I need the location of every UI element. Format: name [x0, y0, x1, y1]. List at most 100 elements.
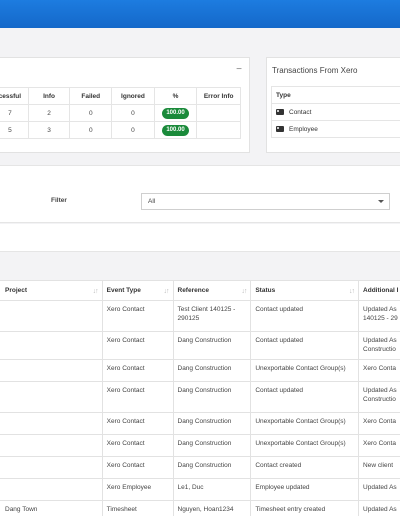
filter-label: Filter: [51, 197, 67, 204]
sort-icon[interactable]: ↓↑: [164, 287, 170, 296]
event-type-cell: Xero Contact: [101, 456, 174, 479]
table-header-row: cessful Info Failed Ignored % Error Info: [0, 87, 241, 105]
percent-cell: 100.00: [153, 104, 198, 122]
col-error-info: Error Info: [196, 87, 241, 105]
table-row: Xero Contact Dang Construction Contact c…: [0, 456, 400, 479]
additional-info-cell: Updated As: [358, 500, 400, 516]
top-navigation-bar: [0, 0, 400, 28]
project-cell: [0, 381, 103, 413]
additional-info-cell: Updated As: [358, 478, 400, 501]
chevron-down-icon: [378, 200, 384, 203]
event-type-cell: Xero Contact: [101, 331, 174, 360]
col-additional-info[interactable]: Additional I: [358, 280, 400, 301]
id-card-icon: [276, 108, 284, 115]
project-cell: [0, 456, 103, 479]
project-cell: [0, 434, 103, 457]
status-cell: Contact updated: [250, 331, 360, 360]
event-log-table: Project ↓↑ Event Type ↓↑ Reference ↓↑ Statu…: [0, 280, 400, 516]
reference-cell: Test Client 140125 - 290125: [172, 300, 252, 332]
event-type-cell: Xero Employee: [101, 478, 174, 501]
table-row: Xero Contact Dang Construction Unexporta…: [0, 412, 400, 435]
table-row: 5 3 0 0 100.00: [0, 121, 241, 139]
status-cell: Employee updated: [250, 478, 360, 501]
reference-cell: Nguyen, Hoan1234: [172, 500, 252, 516]
filter-selected-value: All: [148, 198, 156, 205]
table-header-row: Type: [271, 86, 400, 104]
status-cell: Unexportable Contact Group(s): [250, 412, 360, 435]
percent-cell: 100.00: [153, 121, 198, 139]
toolbar-strip: [0, 224, 400, 252]
col-additional-label: Additional I: [363, 287, 399, 294]
failed-cell: 0: [69, 104, 113, 122]
error-info-cell: [196, 121, 241, 139]
project-cell: [0, 300, 103, 332]
status-cell: Contact updated: [250, 381, 360, 413]
status-cell: Unexportable Contact Group(s): [250, 359, 360, 382]
col-percent: %: [153, 87, 198, 105]
additional-info-cell: Xero Conta: [358, 434, 400, 457]
project-cell: Dang Town: [0, 500, 103, 516]
panel-title: Transactions From Xero: [272, 66, 358, 75]
type-cell: Contact: [271, 103, 400, 121]
reference-cell: Dang Construction: [172, 359, 252, 382]
additional-info-cell: Updated As Constructio: [358, 331, 400, 360]
table-row: Xero Contact Dang Construction Unexporta…: [0, 359, 400, 382]
sync-summary-table: cessful Info Failed Ignored % Error Info…: [0, 87, 241, 139]
col-project[interactable]: Project ↓↑: [0, 280, 103, 301]
successful-cell: 5: [0, 121, 29, 139]
failed-cell: 0: [69, 121, 113, 139]
transactions-table: Type Contact Employee: [271, 86, 400, 138]
type-cell: Employee: [271, 120, 400, 138]
col-reference[interactable]: Reference ↓↑: [172, 280, 252, 301]
event-type-cell: Xero Contact: [101, 412, 174, 435]
sort-icon[interactable]: ↓↑: [93, 287, 99, 296]
table-row: Employee: [271, 120, 400, 138]
col-project-label: Project: [5, 287, 28, 294]
col-type: Type: [271, 86, 400, 104]
table-row: Xero Contact Dang Construction Unexporta…: [0, 434, 400, 457]
ignored-cell: 0: [111, 104, 155, 122]
ignored-cell: 0: [111, 121, 155, 139]
reference-cell: Dang Construction: [172, 381, 252, 413]
reference-cell: Dang Construction: [172, 456, 252, 479]
col-ignored: Ignored: [111, 87, 155, 105]
col-successful: cessful: [0, 87, 29, 105]
event-type-cell: Xero Contact: [101, 381, 174, 413]
sync-summary-panel: − cessful Info Failed Ignored % Error In…: [0, 57, 250, 153]
event-type-cell: Xero Contact: [101, 300, 174, 332]
sort-icon[interactable]: ↓↑: [241, 287, 247, 296]
type-label: Contact: [289, 108, 312, 116]
project-cell: [0, 478, 103, 501]
successful-cell: 7: [0, 104, 29, 122]
percent-badge: 100.00: [162, 107, 189, 119]
collapse-icon[interactable]: −: [236, 64, 242, 75]
additional-info-cell: Xero Conta: [358, 412, 400, 435]
table-row: 7 2 0 0 100.00: [0, 104, 241, 122]
additional-info-cell: New client: [358, 456, 400, 479]
col-event-type-label: Event Type: [106, 287, 141, 294]
col-event-type[interactable]: Event Type ↓↑: [101, 280, 174, 301]
project-cell: [0, 331, 103, 360]
table-row: Dang Town Timesheet Nguyen, Hoan1234 Tim…: [0, 500, 400, 516]
col-info: Info: [27, 87, 71, 105]
transactions-panel: Transactions From Xero Type Contact Empl…: [266, 57, 400, 153]
col-status-label: Status: [255, 287, 276, 294]
project-cell: [0, 412, 103, 435]
project-cell: [0, 359, 103, 382]
id-card-icon: [276, 125, 284, 132]
col-failed: Failed: [69, 87, 113, 105]
filter-select[interactable]: All: [141, 193, 390, 210]
sort-icon[interactable]: ↓↑: [349, 287, 355, 296]
status-cell: Contact created: [250, 456, 360, 479]
table-header-row: Project ↓↑ Event Type ↓↑ Reference ↓↑ Statu…: [0, 280, 400, 301]
event-type-cell: Xero Contact: [101, 359, 174, 382]
info-cell: 3: [27, 121, 71, 139]
status-cell: Contact updated: [250, 300, 360, 332]
status-cell: Timesheet entry created: [250, 500, 360, 516]
table-row: Xero Employee Le1, Duc Employee updated …: [0, 478, 400, 501]
reference-cell: Dang Construction: [172, 434, 252, 457]
col-reference-label: Reference: [177, 287, 209, 294]
table-row: Xero Contact Dang Construction Contact u…: [0, 381, 400, 413]
table-row: Xero Contact Dang Construction Contact u…: [0, 331, 400, 360]
col-status[interactable]: Status ↓↑: [250, 280, 360, 301]
